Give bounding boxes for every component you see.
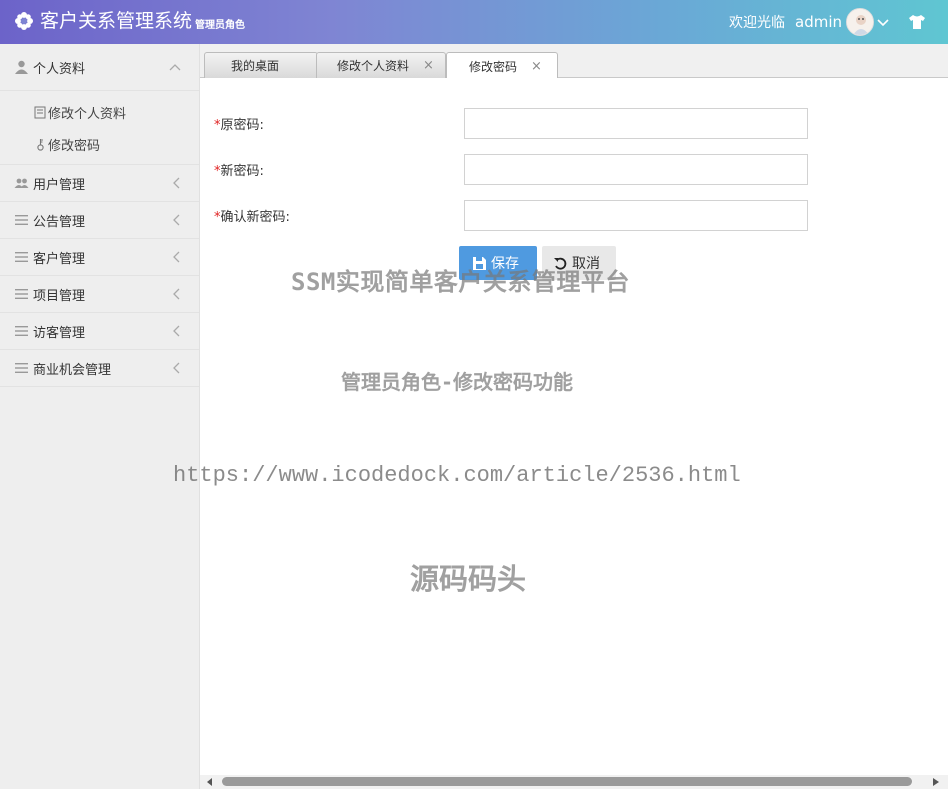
tab-close-icon[interactable]: × bbox=[423, 58, 434, 73]
edit-icon bbox=[34, 106, 46, 118]
key-icon bbox=[37, 138, 44, 151]
sidebar-section-opportunities[interactable]: 商业机会管理 bbox=[0, 350, 199, 387]
sidebar-section-label: 项目管理 bbox=[33, 288, 86, 304]
field-label: *原密码: bbox=[214, 114, 464, 133]
sidebar-section-projects[interactable]: 项目管理 bbox=[0, 276, 199, 313]
field-label-text: 确认新密码: bbox=[220, 209, 290, 225]
top-header: 客户关系管理系统 管理员角色 欢迎光临 admin bbox=[0, 0, 948, 44]
sidebar-section-label: 公告管理 bbox=[33, 214, 86, 230]
sidebar-section-label: 个人资料 bbox=[33, 61, 86, 77]
cancel-button[interactable]: 取消 bbox=[542, 246, 616, 280]
cancel-button-label: 取消 bbox=[572, 256, 600, 272]
old-password-input[interactable] bbox=[464, 108, 808, 139]
horizontal-scrollbar[interactable] bbox=[200, 775, 948, 789]
new-password-input[interactable] bbox=[464, 154, 808, 185]
sidebar-section-label: 访客管理 bbox=[33, 325, 86, 341]
sidebar-section-notices[interactable]: 公告管理 bbox=[0, 202, 199, 239]
sidebar-item-edit-profile[interactable]: 修改个人资料 bbox=[34, 96, 199, 128]
sidebar-section-label: 用户管理 bbox=[33, 177, 86, 193]
tab-desktop[interactable]: 我的桌面 bbox=[204, 52, 318, 78]
field-label: *确认新密码: bbox=[214, 206, 464, 225]
chevron-up-icon bbox=[169, 64, 181, 71]
list-icon bbox=[15, 215, 28, 225]
sidebar: 个人资料 修改个人资料 修改密码 用户管理 公告管理 客户管理 项目管理 访客管… bbox=[0, 44, 200, 789]
sidebar-section-label: 商业机会管理 bbox=[33, 362, 112, 378]
sidebar-section-customers[interactable]: 客户管理 bbox=[0, 239, 199, 276]
brand[interactable]: 客户关系管理系统 管理员角色 bbox=[14, 8, 245, 34]
form-row-old-password: *原密码: bbox=[214, 108, 814, 139]
sidebar-item-label: 修改密码 bbox=[48, 138, 101, 154]
scroll-left-icon[interactable] bbox=[207, 778, 213, 786]
list-icon bbox=[15, 252, 28, 262]
sidebar-section-profile[interactable]: 个人资料 bbox=[0, 44, 199, 91]
tab-label: 我的桌面 bbox=[231, 59, 280, 73]
tab-label: 修改密码 bbox=[469, 59, 518, 74]
main-content: *原密码: *新密码: *确认新密码: 保存 取消 bbox=[200, 78, 948, 775]
users-icon bbox=[14, 178, 29, 188]
chevron-down-icon[interactable] bbox=[876, 15, 890, 29]
app-title: 客户关系管理系统 bbox=[40, 10, 193, 32]
sidebar-submenu: 修改个人资料 修改密码 bbox=[0, 91, 199, 165]
form-row-confirm-password: *确认新密码: bbox=[214, 200, 814, 231]
gear-flower-icon bbox=[15, 12, 33, 30]
scrollbar-thumb[interactable] bbox=[222, 777, 912, 786]
tab-change-password[interactable]: 修改密码 × bbox=[446, 52, 558, 79]
chevron-left-icon bbox=[173, 214, 180, 226]
chevron-left-icon bbox=[173, 288, 180, 300]
confirm-password-input[interactable] bbox=[464, 200, 808, 231]
role-label: 管理员角色 bbox=[195, 20, 246, 31]
tab-bar: 我的桌面 修改个人资料 × 修改密码 × bbox=[200, 44, 948, 79]
chevron-left-icon bbox=[173, 177, 180, 189]
save-button-label: 保存 bbox=[491, 256, 519, 272]
form-row-new-password: *新密码: bbox=[214, 154, 814, 185]
sidebar-item-change-password[interactable]: 修改密码 bbox=[34, 128, 199, 160]
scroll-right-icon[interactable] bbox=[933, 778, 939, 786]
sidebar-section-visitors[interactable]: 访客管理 bbox=[0, 313, 199, 350]
username[interactable]: admin bbox=[795, 13, 842, 31]
sidebar-item-label: 修改个人资料 bbox=[48, 106, 127, 122]
avatar-image bbox=[847, 9, 873, 35]
list-icon bbox=[15, 326, 28, 336]
field-label-text: 原密码: bbox=[220, 117, 264, 133]
list-icon bbox=[15, 289, 28, 299]
sidebar-section-label: 客户管理 bbox=[33, 251, 86, 267]
field-label-text: 新密码: bbox=[220, 163, 264, 179]
welcome-text: 欢迎光临 bbox=[729, 15, 785, 31]
undo-icon bbox=[554, 257, 567, 270]
list-icon bbox=[15, 363, 28, 373]
shirt-icon[interactable] bbox=[908, 14, 926, 30]
chevron-left-icon bbox=[173, 362, 180, 374]
tab-edit-profile[interactable]: 修改个人资料 × bbox=[316, 52, 446, 78]
tab-label: 修改个人资料 bbox=[337, 59, 410, 73]
chevron-left-icon bbox=[173, 251, 180, 263]
tab-close-icon[interactable]: × bbox=[531, 59, 542, 74]
field-label: *新密码: bbox=[214, 160, 464, 179]
floppy-disk-icon bbox=[473, 256, 486, 270]
avatar[interactable] bbox=[846, 8, 874, 36]
chevron-left-icon bbox=[173, 325, 180, 337]
user-icon bbox=[15, 60, 28, 74]
sidebar-section-users[interactable]: 用户管理 bbox=[0, 165, 199, 202]
save-button[interactable]: 保存 bbox=[459, 246, 537, 280]
